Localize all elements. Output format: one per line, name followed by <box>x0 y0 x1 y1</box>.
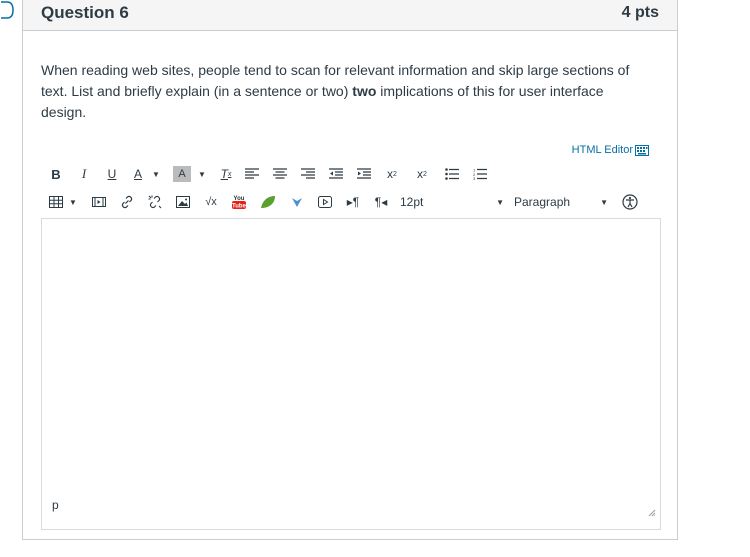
align-right-icon[interactable] <box>301 164 315 184</box>
toolbar-row-1: B I U A ▼ A ▼ Tx x2 x2 123 <box>49 163 487 185</box>
subscript-icon[interactable]: x2 <box>415 164 429 184</box>
clear-formatting-icon[interactable]: Tx <box>219 164 233 184</box>
keyboard-icon <box>635 144 649 156</box>
youtube-icon[interactable]: You Tube <box>232 192 246 212</box>
rtl-direction-icon[interactable]: ¶◂ <box>374 192 388 212</box>
bold-icon[interactable]: B <box>49 164 63 184</box>
toolbar-row-2: ▼ √x You Tube ▸¶ ¶◂ 12pt ▼ Paragraph ▼ <box>49 191 661 213</box>
image-icon[interactable] <box>176 192 190 212</box>
resize-handle-icon[interactable] <box>648 509 656 517</box>
superscript-icon[interactable]: x2 <box>385 164 399 184</box>
ltr-direction-icon[interactable]: ▸¶ <box>346 192 360 212</box>
font-size-value: 12pt <box>400 195 424 209</box>
html-editor-link[interactable]: HTML Editor <box>572 144 649 156</box>
background-color-icon[interactable]: A <box>173 166 191 182</box>
link-icon[interactable] <box>120 192 134 212</box>
italic-icon[interactable]: I <box>77 164 91 184</box>
align-center-icon[interactable] <box>273 164 287 184</box>
commons-icon[interactable] <box>290 192 304 212</box>
flag-icon[interactable] <box>1 0 15 20</box>
math-equation-icon[interactable]: √x <box>204 192 218 212</box>
accessibility-checker-icon[interactable] <box>622 192 638 212</box>
element-path[interactable]: p <box>52 498 59 512</box>
background-color-dropdown-icon[interactable]: ▼ <box>195 164 209 184</box>
unlink-icon[interactable] <box>148 192 162 212</box>
html-editor-label: HTML Editor <box>571 144 633 156</box>
question-title: Question 6 <box>41 3 129 22</box>
video-icon[interactable] <box>318 192 332 212</box>
svg-text:3: 3 <box>473 176 476 180</box>
question-header: Question 6 4 pts <box>23 0 677 31</box>
media-icon[interactable] <box>92 192 106 212</box>
text-color-dropdown-icon[interactable]: ▼ <box>149 164 163 184</box>
question-card: Question 6 4 pts When reading web sites,… <box>1 0 678 540</box>
table-icon[interactable] <box>49 192 63 212</box>
question-points: 4 pts <box>621 4 659 21</box>
block-format-value: Paragraph <box>514 195 571 209</box>
bullet-list-icon[interactable] <box>445 164 459 184</box>
svg-text:Tube: Tube <box>232 204 246 210</box>
rich-text-editor-area[interactable] <box>41 218 661 490</box>
chevron-down-icon: ▼ <box>496 197 504 207</box>
text-color-icon[interactable]: A <box>131 164 145 184</box>
editor-status-bar: p <box>41 490 661 530</box>
indent-icon[interactable] <box>357 164 371 184</box>
font-size-select[interactable]: 12pt ▼ <box>400 195 504 209</box>
leaf-icon[interactable] <box>260 192 276 212</box>
question-text: When reading web sites, people tend to s… <box>41 60 651 123</box>
underline-icon[interactable]: U <box>105 164 119 184</box>
question-text-emphasis: two <box>352 83 377 99</box>
block-format-select[interactable]: Paragraph ▼ <box>514 195 608 209</box>
table-dropdown-icon[interactable]: ▼ <box>66 192 80 212</box>
numbered-list-icon[interactable]: 123 <box>473 164 487 184</box>
align-left-icon[interactable] <box>245 164 259 184</box>
outdent-icon[interactable] <box>329 164 343 184</box>
chevron-down-icon: ▼ <box>600 197 608 207</box>
